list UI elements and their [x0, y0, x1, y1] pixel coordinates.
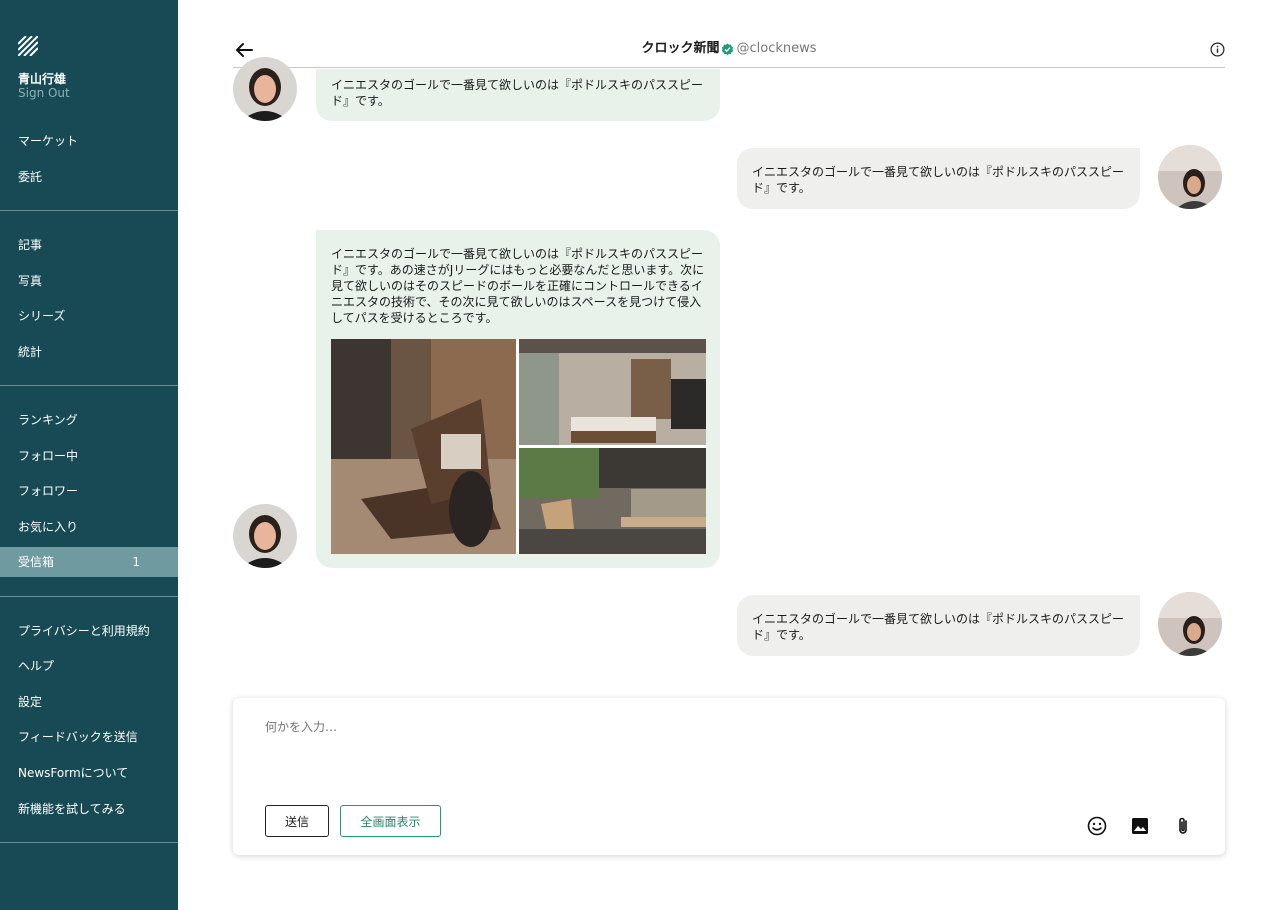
nav-item-about[interactable]: NewsFormについて — [0, 758, 178, 788]
header-divider — [233, 67, 1225, 68]
message-bubble-incoming: イニエスタのゴールで一番見て欲しいのは『ポドルスキのパススピード』です。 — [316, 69, 720, 121]
message-bubble-outgoing: イニエスタのゴールで一番見て欲しいのは『ポドルスキのパススピード』です。 — [737, 148, 1140, 209]
photo-patio — [519, 448, 706, 554]
woman-avatar-image — [233, 57, 297, 121]
nav-item-articles[interactable]: 記事 — [0, 230, 178, 260]
nav-item-inbox[interactable]: 受信箱 1 — [0, 547, 178, 577]
paperclip-icon[interactable] — [1173, 816, 1193, 836]
user-name: 青山行雄 — [18, 72, 67, 86]
sign-out-link[interactable]: Sign Out — [18, 86, 70, 100]
sidebar-divider — [0, 842, 178, 843]
conversation-title: クロック新聞 — [641, 41, 720, 56]
woman-avatar-image — [233, 504, 297, 568]
message-composer: 送信 全画面表示 — [233, 698, 1225, 855]
info-icon[interactable] — [1210, 42, 1225, 57]
conversation-handle: @clocknews — [736, 41, 817, 56]
self-avatar-image — [1158, 145, 1222, 209]
sidebar-divider — [0, 210, 178, 211]
nav-item-privacy-terms[interactable]: プライバシーと利用規約 — [0, 616, 178, 646]
nav-item-followers[interactable]: フォロワー — [0, 476, 178, 506]
message-input[interactable] — [265, 720, 1165, 734]
nav-item-help[interactable]: ヘルプ — [0, 651, 178, 681]
nav-item-send-feedback[interactable]: フィードバックを送信 — [0, 722, 178, 752]
image-icon[interactable] — [1130, 816, 1150, 836]
nav-item-series[interactable]: シリーズ — [0, 301, 178, 331]
message-text: イニエスタのゴールで一番見て欲しいのは『ポドルスキのパススピード』です。 — [752, 165, 1125, 195]
nav-item-following[interactable]: フォロー中 — [0, 441, 178, 471]
fullscreen-button[interactable]: 全画面表示 — [340, 805, 441, 837]
my-avatar[interactable] — [1158, 592, 1222, 656]
verified-badge-icon — [722, 42, 734, 55]
photo-lounge-chair — [331, 339, 516, 554]
smiley-icon[interactable] — [1087, 816, 1107, 836]
nav-item-settings[interactable]: 設定 — [0, 687, 178, 717]
image-grid[interactable] — [331, 339, 706, 554]
message-text: イニエスタのゴールで一番見て欲しいのは『ポドルスキのパススピード』です。あの速さ… — [331, 247, 705, 325]
sidebar: 青山行雄 Sign Out マーケット 委託 記事 写真 シリーズ 統計 ランキ… — [0, 0, 178, 910]
sidebar-divider — [0, 596, 178, 597]
nav-item-ranking[interactable]: ランキング — [0, 405, 178, 435]
self-avatar-image — [1158, 592, 1222, 656]
nav-item-try-new-features[interactable]: 新機能を試してみる — [0, 794, 178, 824]
my-avatar[interactable] — [1158, 145, 1222, 209]
message-text: イニエスタのゴールで一番見て欲しいのは『ポドルスキのパススピード』です。 — [331, 78, 704, 108]
nav-item-favorites[interactable]: お気に入り — [0, 512, 178, 542]
room-photo-grid — [331, 339, 706, 554]
message-bubble-outgoing: イニエスタのゴールで一番見て欲しいのは『ポドルスキのパススピード』です。 — [737, 595, 1140, 656]
sender-avatar[interactable] — [233, 504, 297, 568]
nav-item-consignment[interactable]: 委託 — [0, 162, 178, 192]
inbox-count-badge: 1 — [132, 555, 140, 569]
sender-avatar[interactable] — [233, 57, 297, 121]
message-text: イニエスタのゴールで一番見て欲しいのは『ポドルスキのパススピード』です。 — [752, 612, 1125, 642]
sidebar-divider — [0, 385, 178, 386]
nav-item-stats[interactable]: 統計 — [0, 337, 178, 367]
nav-item-inbox-label: 受信箱 — [18, 555, 55, 569]
nav-item-market[interactable]: マーケット — [0, 126, 178, 156]
nav-item-photos[interactable]: 写真 — [0, 266, 178, 296]
send-button[interactable]: 送信 — [265, 805, 329, 837]
photo-bedroom — [519, 339, 706, 445]
conversation-header: クロック新聞 @clocknews — [0, 40, 1280, 58]
